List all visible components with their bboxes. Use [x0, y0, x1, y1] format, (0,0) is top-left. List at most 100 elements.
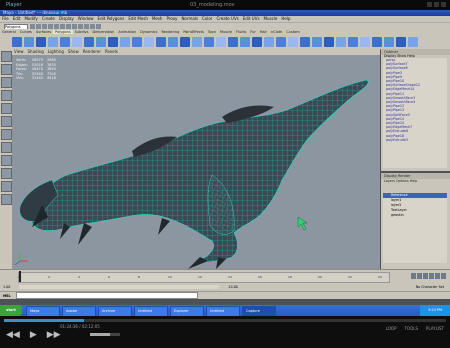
layer-item[interactable]: geoskin	[383, 213, 447, 218]
shelf-tool-icon[interactable]	[12, 37, 22, 47]
shelf-tool-icon[interactable]	[252, 37, 262, 47]
menu-edit-polygons[interactable]: Edit Polygons	[98, 16, 125, 21]
menu-file[interactable]: File	[2, 16, 9, 21]
menu-mesh[interactable]: Mesh	[152, 16, 163, 21]
tab-subdivs[interactable]: Subdivs	[73, 30, 91, 34]
tab-hair[interactable]: Hair	[258, 30, 269, 34]
shelf-tool-icon[interactable]	[288, 37, 298, 47]
menu-modify[interactable]: Modify	[24, 16, 37, 21]
shelf-tool-icon[interactable]	[192, 37, 202, 47]
shelf-tool-icon[interactable]	[108, 37, 118, 47]
dinosaur-model[interactable]	[12, 55, 380, 269]
layer-list[interactable]: Reference layer1 layer2 TextLayer geoskin	[383, 193, 447, 263]
shelf-tool-icon[interactable]	[216, 37, 226, 47]
last-tool-icon[interactable]	[1, 129, 12, 140]
shelf-tool-icon[interactable]	[408, 37, 418, 47]
play-backwards-icon[interactable]	[423, 273, 428, 279]
menu-color[interactable]: Color	[202, 16, 212, 21]
minimize-button[interactable]	[427, 2, 432, 7]
range-end[interactable]: 24.00	[228, 285, 237, 289]
menu-window[interactable]: Window	[78, 16, 94, 21]
single-view-icon[interactable]	[1, 142, 12, 153]
shelf-tool-icon[interactable]	[84, 37, 94, 47]
shelf-tool-icon[interactable]	[168, 37, 178, 47]
shelf-tool-icon[interactable]	[180, 37, 190, 47]
character-set[interactable]: No Character Set	[416, 283, 444, 291]
tab-ncloth[interactable]: nCloth	[269, 30, 284, 34]
close-button[interactable]	[441, 2, 446, 7]
shelf-tool-icon[interactable]	[348, 37, 358, 47]
playhead[interactable]	[19, 271, 21, 282]
taskbar-item[interactable]: Untitled	[206, 306, 240, 316]
menu-edit[interactable]: Edit	[13, 16, 21, 21]
tab-surfaces[interactable]: Surfaces	[34, 30, 53, 34]
tab-animation[interactable]: Animation	[116, 30, 138, 34]
menu-help[interactable]: Help	[281, 16, 290, 21]
tab-general[interactable]: General	[0, 30, 18, 34]
outliner-list[interactable]: persp polySurface7 polySurface8 polyPipe3 po…	[383, 58, 447, 168]
menu-proxy[interactable]: Proxy	[166, 16, 177, 21]
shelf-tool-icon[interactable]	[60, 37, 70, 47]
viewport-menu-view[interactable]: View	[14, 49, 24, 54]
player-option-tools[interactable]: TOOLS	[404, 326, 418, 331]
maximize-button[interactable]	[434, 2, 439, 7]
shelf-tool-icon[interactable]	[36, 37, 46, 47]
shelf-tool-icon[interactable]	[360, 37, 370, 47]
shelf-tool-icon[interactable]	[48, 37, 58, 47]
shelf-tool-icon[interactable]	[372, 37, 382, 47]
taskbar-item[interactable]: Untitled	[134, 306, 168, 316]
shelf-tool-icon[interactable]	[120, 37, 130, 47]
menu-edit-mesh[interactable]: Edit Mesh	[128, 16, 148, 21]
lasso-tool-icon[interactable]	[1, 64, 12, 75]
rotate-tool-icon[interactable]	[1, 90, 12, 101]
viewport-menu-show[interactable]: Show	[68, 49, 79, 54]
shelf-tool-icon[interactable]	[228, 37, 238, 47]
menu-display[interactable]: Display	[59, 16, 74, 21]
tab-fluids[interactable]: Fluids	[234, 30, 248, 34]
shelf-tool-icon[interactable]	[396, 37, 406, 47]
move-tool-icon[interactable]	[1, 77, 12, 88]
volume-slider[interactable]	[90, 333, 120, 336]
mel-input[interactable]	[15, 292, 198, 299]
four-view-icon[interactable]	[1, 155, 12, 166]
menu-create[interactable]: Create	[42, 16, 55, 21]
tab-custom[interactable]: Custom	[284, 30, 301, 34]
shelf-tool-icon[interactable]	[276, 37, 286, 47]
player-option-loop[interactable]: LOOP	[386, 326, 397, 331]
viewport-menu-shading[interactable]: Shading	[28, 49, 44, 54]
taskbar-item[interactable]: Explorer	[170, 306, 204, 316]
tab-painteffects[interactable]: PaintEffects	[181, 30, 206, 34]
tab-muscle[interactable]: Muscle	[218, 30, 234, 34]
viewport-menu-lighting[interactable]: Lighting	[48, 49, 64, 54]
progress-bar[interactable]	[4, 319, 446, 322]
taskbar-item[interactable]: Capture	[242, 306, 276, 316]
shelf-tool-icon[interactable]	[24, 37, 34, 47]
range-start[interactable]: 1.00	[3, 285, 10, 289]
hypershade-icon[interactable]	[1, 194, 12, 205]
persp-outliner-icon[interactable]	[1, 168, 12, 179]
shelf-tool-icon[interactable]	[264, 37, 274, 47]
shelf-tool-icon[interactable]	[156, 37, 166, 47]
tab-toon[interactable]: Toon	[206, 30, 218, 34]
taskbar-item[interactable]: Archive	[98, 306, 132, 316]
step-back-icon[interactable]	[417, 273, 422, 279]
menu-create-uvs[interactable]: Create UVs	[216, 16, 238, 21]
viewport-menu-renderer[interactable]: Renderer	[83, 49, 101, 54]
start-button[interactable]: start	[0, 305, 22, 316]
shelf-tool-icon[interactable]	[312, 37, 322, 47]
go-to-start-icon[interactable]	[411, 273, 416, 279]
perspective-viewport[interactable]: View Shading Lighting Show Renderer Panels Ve…	[12, 49, 380, 269]
tab-polygons[interactable]: Polygons	[53, 30, 73, 34]
shelf-tool-icon[interactable]	[240, 37, 250, 47]
shelf-tool-icon[interactable]	[144, 37, 154, 47]
shelf-tool-icon[interactable]	[384, 37, 394, 47]
tab-deformation[interactable]: Deformation	[90, 30, 116, 34]
rewind-icon[interactable]: ◀◀	[6, 329, 20, 341]
outliner-item[interactable]: polyExtrude3	[383, 138, 447, 142]
forward-icon[interactable]: ▶▶	[47, 329, 61, 341]
tab-fur[interactable]: Fur	[248, 30, 257, 34]
manipulator-tool-icon[interactable]	[1, 116, 12, 127]
viewport-menu-panels[interactable]: Panels	[105, 49, 118, 54]
shelf-tool-icon[interactable]	[96, 37, 106, 47]
menu-muscle[interactable]: Muscle	[264, 16, 278, 21]
